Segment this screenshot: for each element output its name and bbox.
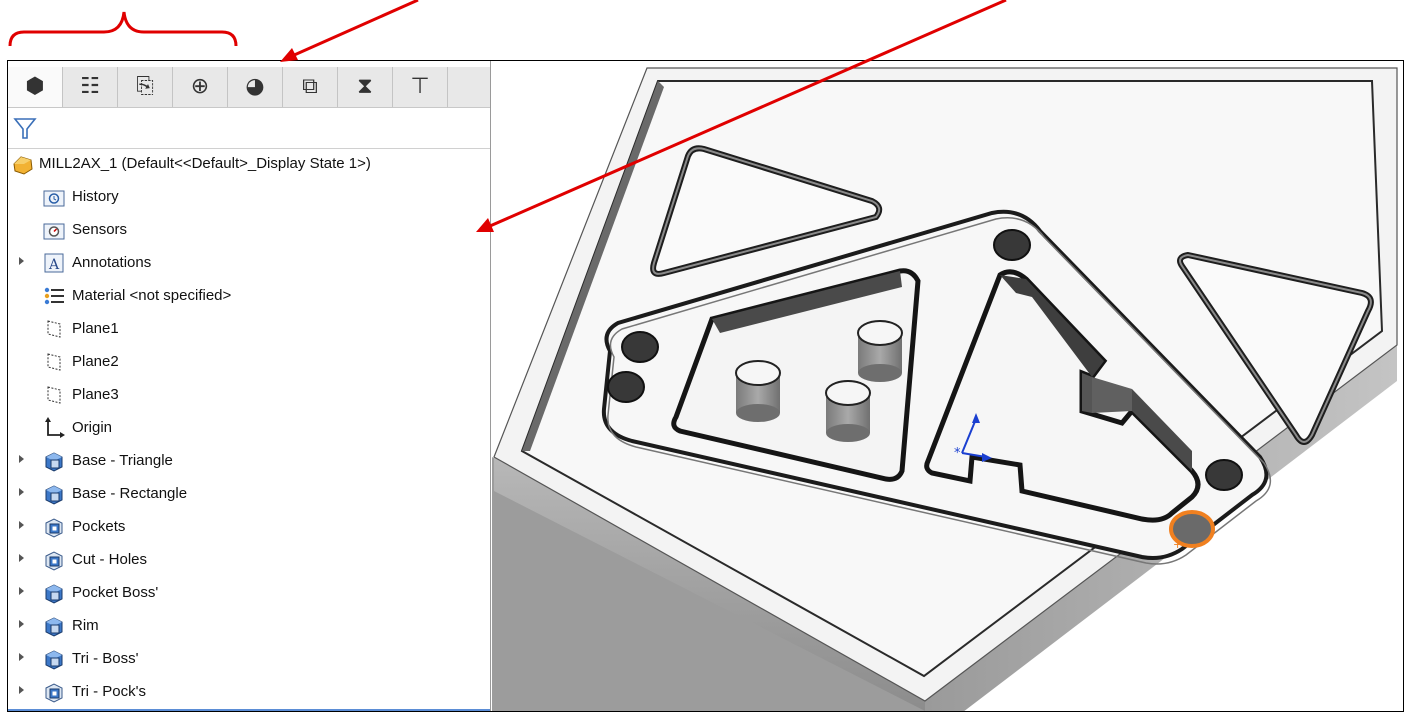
tree-item-label: Origin xyxy=(72,419,113,436)
cut-extrude-icon xyxy=(45,518,63,538)
boss-extrude-icon xyxy=(45,452,63,472)
tree-item-label: Plane1 xyxy=(72,320,119,337)
tab-cam-tool-tree[interactable]: ⊤ xyxy=(393,67,448,107)
configuration-manager-icon: ⎘ xyxy=(136,74,154,99)
tree-item-label: Plane2 xyxy=(72,353,119,370)
tree-item-label: Base - Triangle xyxy=(72,452,173,469)
panel-bottom-accent xyxy=(8,709,490,711)
tree-item-rim[interactable]: Rim xyxy=(8,611,490,641)
hole-left-top xyxy=(621,331,659,363)
annotations-icon: A xyxy=(44,253,64,273)
tree-item-label: History xyxy=(72,188,119,205)
tab-dimxpert[interactable]: ⊕ xyxy=(173,67,228,107)
cylinder-boss-1 xyxy=(857,320,903,382)
expand-arrow-icon[interactable] xyxy=(19,257,24,265)
tree-item-pocket-boss[interactable]: Pocket Boss' xyxy=(8,578,490,608)
manager-tab-bar: ⬢ ☷ ⎘ ⊕ ◕ ⧉ ⧗ ⊤ xyxy=(8,67,490,108)
boss-extrude-icon xyxy=(45,485,63,505)
expand-arrow-icon[interactable] xyxy=(19,554,24,562)
cam-operation-tree-icon: ⧗ xyxy=(357,74,373,99)
tab-cam-feature-tree[interactable]: ⧉ xyxy=(283,67,338,107)
tree-item-sensors[interactable]: Sensors xyxy=(8,215,490,245)
tree-item-label: Tri - Pock's xyxy=(72,683,146,700)
hole-left-bottom xyxy=(607,371,645,403)
cut-extrude-icon xyxy=(45,551,63,571)
tree-item-label: Pockets xyxy=(72,518,126,535)
tree-item-tri-pock-s[interactable]: Tri - Pock's xyxy=(8,677,490,707)
expand-arrow-icon[interactable] xyxy=(19,653,24,661)
tab-property-manager[interactable]: ☷ xyxy=(63,67,118,107)
boss-extrude-icon xyxy=(45,617,63,637)
tab-part[interactable]: ⬢ xyxy=(8,67,63,107)
sensors-folder-icon xyxy=(43,223,65,240)
tab-configuration-manager[interactable]: ⎘ xyxy=(118,67,173,107)
hole-right xyxy=(1205,459,1243,491)
svg-text:*: * xyxy=(954,446,961,461)
tree-item-annotations[interactable]: A Annotations xyxy=(8,248,490,278)
cylinder-boss-2 xyxy=(735,360,781,422)
tree-item-label: Rim xyxy=(72,617,99,634)
tree-item-history[interactable]: History xyxy=(8,182,490,212)
expand-arrow-icon[interactable] xyxy=(19,620,24,628)
history-folder-icon xyxy=(43,190,65,207)
plane-icon xyxy=(47,386,61,404)
expand-arrow-icon[interactable] xyxy=(19,455,24,463)
expand-arrow-icon[interactable] xyxy=(19,521,24,529)
tree-item-base-rectangle[interactable]: Base - Rectangle xyxy=(8,479,490,509)
display-manager-icon: ◕ xyxy=(245,74,265,99)
tree-item-label: Cut - Holes xyxy=(72,551,148,568)
expand-arrow-icon[interactable] xyxy=(19,587,24,595)
boss-extrude-icon xyxy=(45,584,63,604)
tree-item-cut-holes[interactable]: Cut - Holes xyxy=(8,545,490,575)
property-manager-icon: ☷ xyxy=(80,74,100,99)
cam-feature-tree-icon: ⧉ xyxy=(302,74,318,99)
hole-top xyxy=(993,229,1031,261)
tree-item-label: Pocket Boss' xyxy=(72,584,159,601)
tree-item-base-triangle[interactable]: Base - Triangle xyxy=(8,446,490,476)
tab-cam-operation-tree[interactable]: ⧗ xyxy=(338,67,393,107)
part-model-3d[interactable]: + * xyxy=(492,61,1403,711)
screenshot-stage: ⬢ ☷ ⎘ ⊕ ◕ ⧉ ⧗ ⊤ MILL2AX_1 (Default<<Default>_Di… xyxy=(0,0,1409,716)
cam-tool-tree-icon: ⊤ xyxy=(410,74,430,99)
part-icon xyxy=(13,156,33,175)
tree-item-pockets[interactable]: Pockets xyxy=(8,512,490,542)
boss-extrude-icon xyxy=(45,650,63,670)
tree-item-label: Tri - Boss' xyxy=(72,650,139,667)
cut-extrude-icon xyxy=(45,683,63,703)
filter-bar[interactable] xyxy=(8,108,490,149)
tabs-brace-annotation xyxy=(8,11,238,47)
tree-item-label: Sensors xyxy=(72,221,128,238)
material-icon xyxy=(44,287,64,305)
expand-arrow-icon[interactable] xyxy=(19,686,24,694)
tree-item-label: Plane3 xyxy=(72,386,119,403)
tree-item-label: Base - Rectangle xyxy=(72,485,188,502)
svg-text:A: A xyxy=(48,257,60,273)
tree-item-label: Material <not specified> xyxy=(72,287,232,304)
cylinder-boss-3 xyxy=(825,380,871,442)
dimxpert-icon: ⊕ xyxy=(190,74,210,99)
selection-marker-icon: + xyxy=(1173,538,1182,551)
filter-icon[interactable] xyxy=(11,114,39,142)
tree-item-plane2[interactable]: Plane2 xyxy=(8,347,490,377)
origin-icon xyxy=(45,417,65,438)
tab-display-manager[interactable]: ◕ xyxy=(228,67,283,107)
feature-manager-panel: ⬢ ☷ ⎘ ⊕ ◕ ⧉ ⧗ ⊤ MILL2AX_1 (Default<<Default>_Di… xyxy=(8,61,491,711)
arrow-to-tab-annotation xyxy=(291,0,419,58)
tree-item-label: Annotations xyxy=(72,254,152,271)
tree-item-material-not-specified[interactable]: Material <not specified> xyxy=(8,281,490,311)
expand-arrow-icon[interactable] xyxy=(19,488,24,496)
graphics-viewport[interactable]: + * xyxy=(492,61,1403,711)
plane-icon xyxy=(47,353,61,371)
tree-item-origin[interactable]: Origin xyxy=(8,413,490,443)
tree-item-tri-boss[interactable]: Tri - Boss' xyxy=(8,644,490,674)
tree-item-plane1[interactable]: Plane1 xyxy=(8,314,490,344)
part-icon: ⬢ xyxy=(25,74,45,99)
tree-item-label: MILL2AX_1 (Default<<Default>_Display Sta… xyxy=(39,155,371,172)
tree-root[interactable]: MILL2AX_1 (Default<<Default>_Display Sta… xyxy=(8,149,490,179)
tree-item-plane3[interactable]: Plane3 xyxy=(8,380,490,410)
plane-icon xyxy=(47,320,61,338)
